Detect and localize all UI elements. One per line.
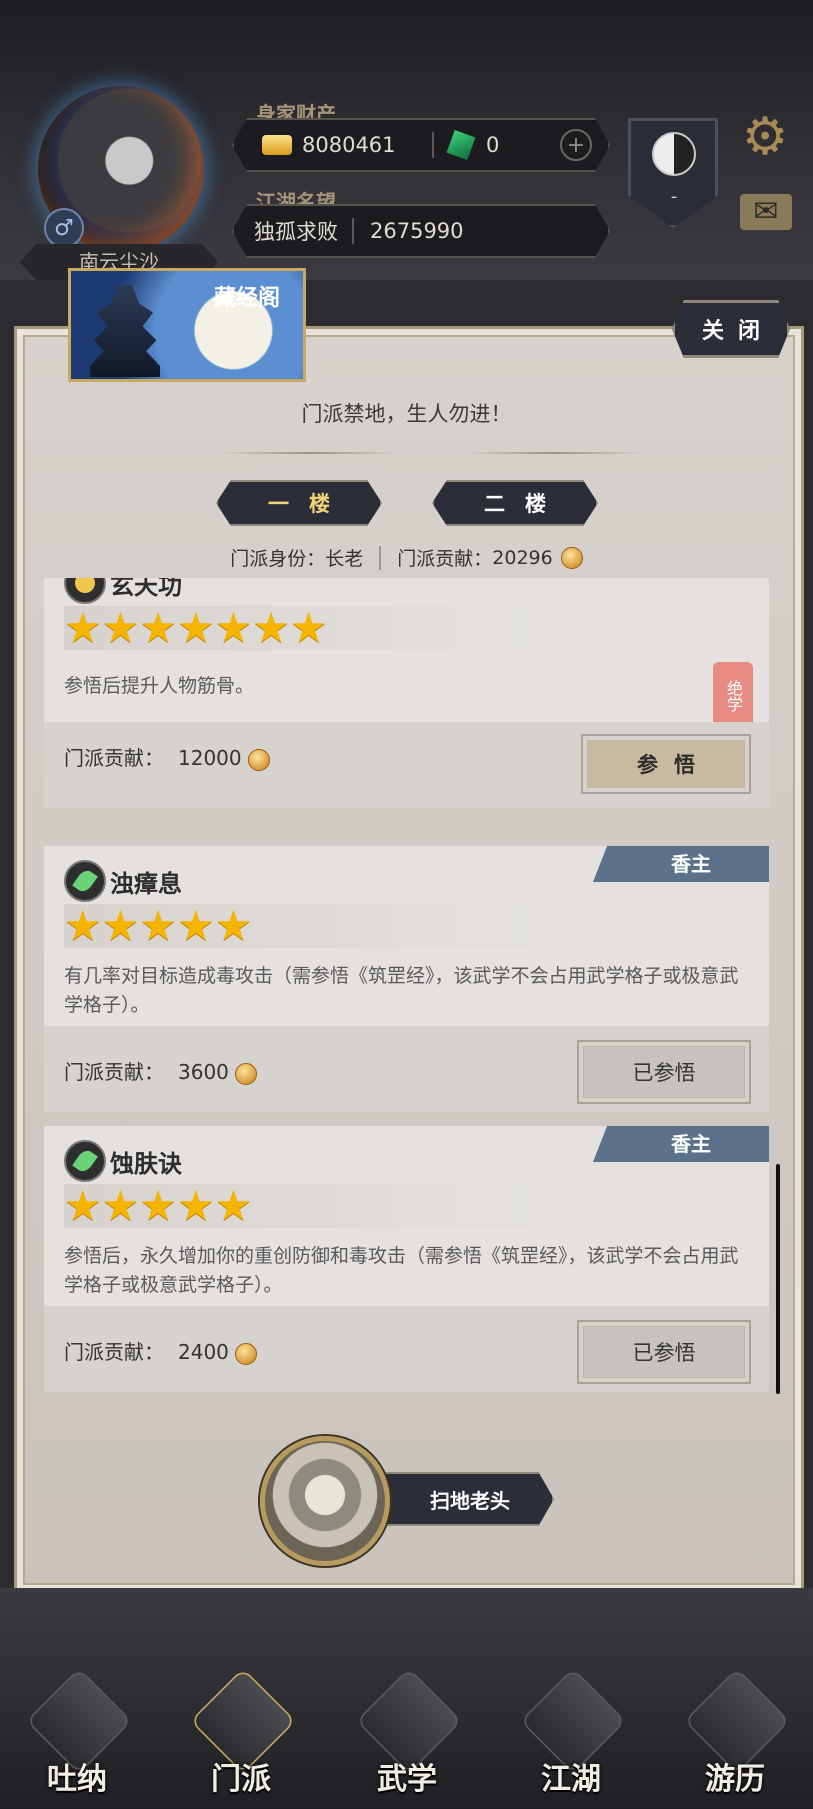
nav-label: 游历 — [705, 1762, 765, 1797]
wealth-bar: 8080461 0 + — [232, 118, 610, 172]
skill-description: 参悟后，永久增加你的重创防御和毒攻击（需参悟《筑罡经》，该武学不会占用武学格子或… — [64, 1245, 739, 1296]
reputation-bar: 独孤求败 2675990 — [232, 204, 610, 258]
coin-icon — [235, 1062, 258, 1085]
list-item: 玄天功 ★★★★★★★ 参悟后提升人物筋骨。 绝学 门派贡献： 12000 参悟 — [44, 578, 769, 808]
star-rating: ★★★★★★★ — [64, 606, 724, 650]
list-item: 香主 蚀肤诀 ★★★★★ 参悟后，永久增加你的重创防御和毒攻击（需参悟《筑罡经》… — [44, 1126, 769, 1392]
comprehend-button[interactable]: 参悟 — [581, 734, 751, 794]
cost-value: 3600 — [178, 1060, 229, 1084]
skill-description: 参悟后提升人物筋骨。 — [64, 675, 255, 697]
gender-male-icon: ♂ — [44, 208, 84, 248]
reputation-value: 2675990 — [370, 219, 464, 243]
settings-gear-icon[interactable]: ⚙ — [738, 110, 792, 164]
cost-label: 门派贡献： — [64, 746, 164, 770]
motto-text: 门派禁地，生人勿进！ — [301, 402, 512, 426]
comprehended-button[interactable]: 已参悟 — [577, 1040, 751, 1104]
comprehended-button[interactable]: 已参悟 — [577, 1320, 751, 1384]
jade-icon — [446, 129, 476, 161]
identity-value: 长老 — [325, 548, 364, 570]
nav-label: 武学 — [377, 1762, 437, 1797]
star-rating: ★★★★★ — [64, 904, 724, 948]
leaf-skill-icon — [64, 860, 106, 902]
rank-tag: 香主 — [593, 1126, 769, 1162]
list-item: 香主 浊瘴息 ★★★★★ 有几率对目标造成毒攻击（需参悟《筑罡经》，该武学不会占… — [44, 846, 769, 1112]
star-icons: ★★★★★★★ — [64, 603, 328, 652]
nav-item-martial[interactable]: 武学 — [352, 1667, 463, 1797]
cost-text: 门派贡献： 12000 — [64, 742, 270, 771]
cost-value: 12000 — [178, 746, 242, 770]
scrollbar[interactable] — [776, 1164, 780, 1394]
cost-label: 门派贡献： — [64, 1060, 164, 1084]
contribution-label: 门派贡献： — [397, 548, 493, 570]
divider-right — [464, 452, 644, 454]
seal-stamp: 绝学 — [713, 662, 753, 730]
nav-item-tuna[interactable]: 吐纳 — [22, 1667, 133, 1797]
close-button[interactable]: 关闭 — [672, 300, 790, 358]
bottom-nav: 吐纳 门派 武学 江湖 游历 — [0, 1588, 813, 1809]
tab-floor-1[interactable]: 一楼 — [216, 480, 382, 526]
status-row: 门派身份： 长老 门派贡献： 20296 — [0, 544, 813, 571]
divider — [352, 218, 354, 244]
rank-tag: 香主 — [593, 846, 769, 882]
leaf-skill-icon — [64, 1140, 106, 1182]
star-icons: ★★★★★ — [64, 901, 253, 950]
cost-text: 门派贡献： 2400 — [64, 1336, 258, 1365]
identity-label: 门派身份： — [230, 548, 326, 570]
tab-floor-2[interactable]: 二楼 — [432, 480, 598, 526]
sun-skill-icon — [64, 578, 106, 604]
mail-icon[interactable]: ✉ — [740, 194, 792, 230]
nav-label: 江湖 — [541, 1762, 601, 1797]
nav-item-travel[interactable]: 游历 — [680, 1667, 791, 1797]
coin-icon — [247, 748, 270, 771]
contribution-value: 20296 — [492, 546, 553, 569]
cost-text: 门派贡献： 3600 — [64, 1056, 258, 1085]
nav-label: 吐纳 — [47, 1762, 107, 1797]
star-rating: ★★★★★ — [64, 1184, 724, 1228]
gold-ingot-icon — [262, 135, 292, 155]
emblem-value: - — [670, 186, 678, 207]
jade-amount: 0 — [486, 133, 500, 157]
add-currency-button[interactable]: + — [560, 129, 592, 161]
npc-avatar[interactable] — [260, 1436, 390, 1566]
nav-item-sect[interactable]: 门派 — [186, 1667, 297, 1797]
nav-item-jianghu[interactable]: 江湖 — [516, 1667, 627, 1797]
gold-amount: 8080461 — [302, 133, 396, 157]
skill-description: 有几率对目标造成毒攻击（需参悟《筑罡经》，该武学不会占用武学格子或极意武学格子）… — [64, 965, 739, 1016]
taiji-icon — [652, 132, 696, 176]
divider — [432, 132, 434, 158]
skill-list[interactable]: 玄天功 ★★★★★★★ 参悟后提升人物筋骨。 绝学 门派贡献： 12000 参悟 … — [44, 578, 769, 1394]
skill-name: 玄天功 — [110, 578, 182, 600]
skill-name: 蚀肤诀 — [110, 1150, 182, 1178]
contribution-coin-icon — [560, 546, 583, 569]
coin-icon — [235, 1342, 258, 1365]
cost-label: 门派贡献： — [64, 1340, 164, 1364]
divider-left — [220, 452, 400, 454]
reputation-title: 独孤求败 — [254, 220, 338, 244]
skill-name: 浊瘴息 — [110, 870, 182, 898]
banner-title: 藏经阁 — [214, 286, 281, 311]
divider — [379, 545, 382, 570]
nav-label: 门派 — [211, 1762, 271, 1797]
star-icons: ★★★★★ — [64, 1181, 253, 1230]
cost-value: 2400 — [178, 1340, 229, 1364]
